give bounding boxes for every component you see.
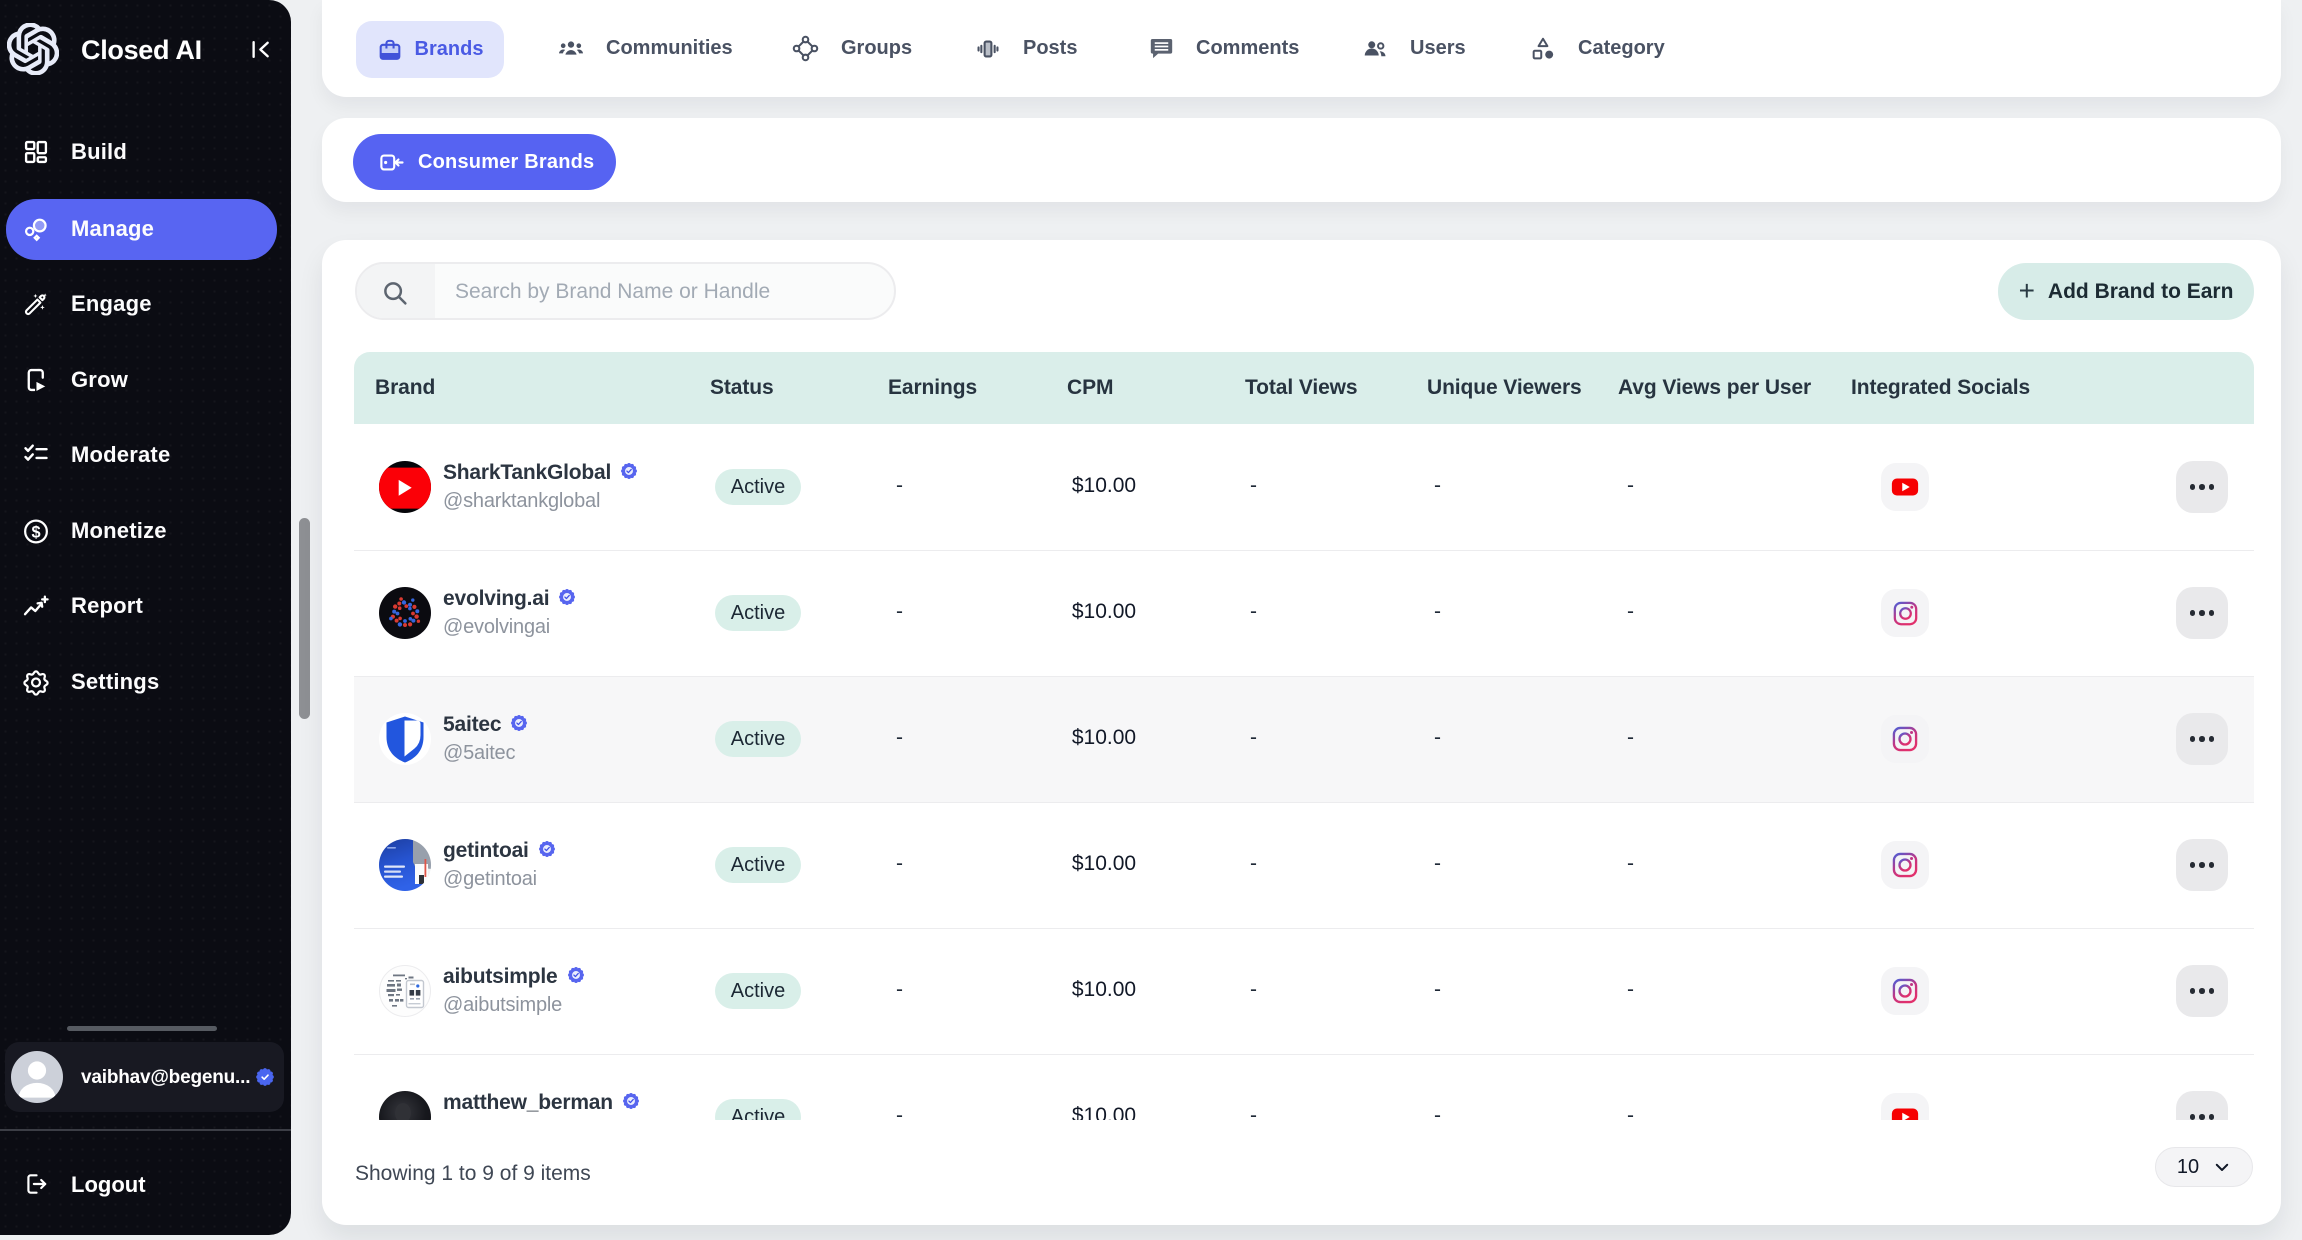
svg-text:$: $	[31, 523, 40, 541]
